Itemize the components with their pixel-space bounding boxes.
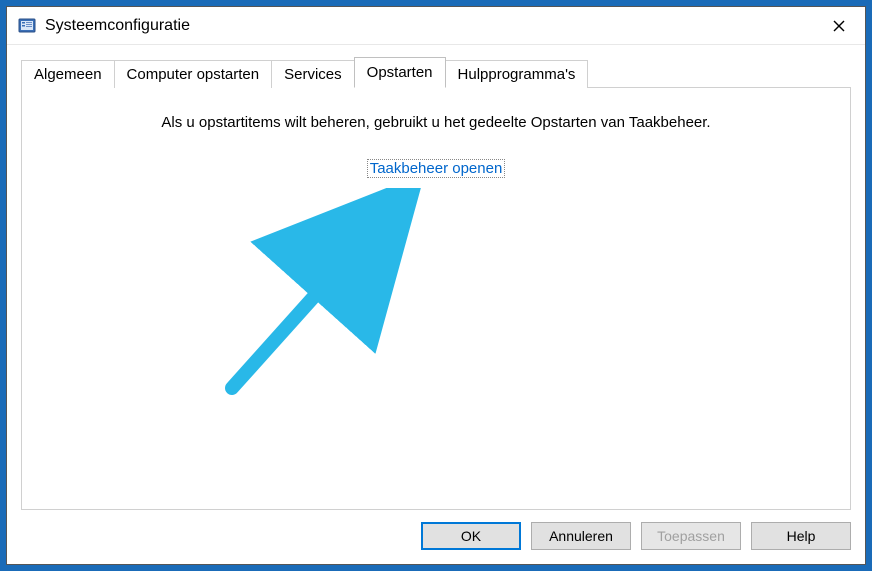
button-label: Annuleren (549, 528, 613, 544)
tab-label: Opstarten (367, 64, 433, 81)
tab-tools[interactable]: Hulpprogramma's (445, 60, 589, 88)
tab-general[interactable]: Algemeen (21, 60, 115, 88)
tabstrip: Algemeen Computer opstarten Services Ops… (21, 57, 851, 88)
annotation-arrow-icon (202, 188, 432, 408)
tab-boot[interactable]: Computer opstarten (114, 60, 273, 88)
open-task-manager-link[interactable]: Taakbeheer openen (367, 159, 506, 178)
tab-label: Services (284, 66, 342, 83)
dialog-body: Algemeen Computer opstarten Services Ops… (7, 45, 865, 564)
tab-label: Algemeen (34, 66, 102, 83)
button-label: Help (787, 528, 816, 544)
tab-services[interactable]: Services (271, 60, 355, 88)
tab-label: Computer opstarten (127, 66, 260, 83)
msconfig-icon (17, 16, 37, 36)
titlebar: Systeemconfiguratie (7, 7, 865, 45)
apply-button: Toepassen (641, 522, 741, 550)
button-label: Toepassen (657, 528, 725, 544)
dialog-button-row: OK Annuleren Toepassen Help (21, 522, 851, 550)
tab-panel-startup: Als u opstartitems wilt beheren, gebruik… (21, 87, 851, 510)
help-button[interactable]: Help (751, 522, 851, 550)
ok-button[interactable]: OK (421, 522, 521, 550)
startup-info-text: Als u opstartitems wilt beheren, gebruik… (52, 114, 820, 131)
cancel-button[interactable]: Annuleren (531, 522, 631, 550)
dialog-window: Systeemconfiguratie Algemeen Computer op… (6, 6, 866, 565)
tab-label: Hulpprogramma's (458, 66, 576, 83)
button-label: OK (461, 528, 481, 544)
tab-startup[interactable]: Opstarten (354, 57, 446, 88)
close-button[interactable] (817, 11, 861, 41)
window-title: Systeemconfiguratie (45, 17, 817, 35)
